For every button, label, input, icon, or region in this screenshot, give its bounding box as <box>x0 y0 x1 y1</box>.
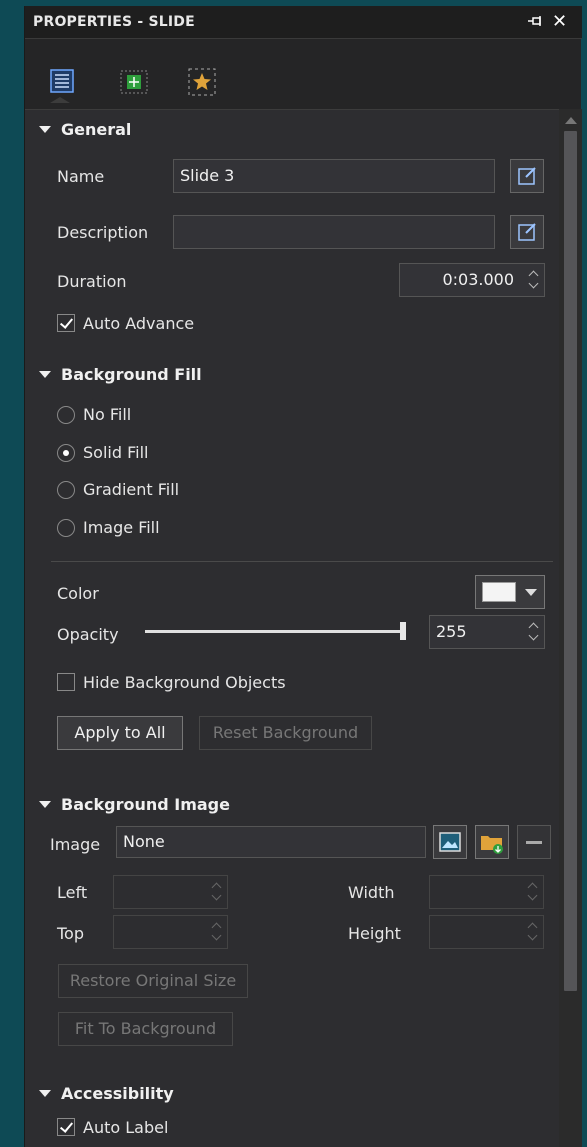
section-divider <box>51 561 553 562</box>
properties-tab-icon <box>50 69 74 93</box>
left-stepper-icon[interactable] <box>211 880 223 904</box>
opacity-stepper-icon[interactable] <box>528 620 540 644</box>
image-fill-radio[interactable] <box>57 519 75 537</box>
duration-label: Duration <box>57 272 127 291</box>
background-image-section-header[interactable]: Background Image <box>39 795 230 814</box>
close-icon[interactable]: ✕ <box>552 11 567 33</box>
pin-icon[interactable] <box>528 16 544 28</box>
gradient-fill-radio[interactable] <box>57 481 75 499</box>
top-field[interactable] <box>113 915 228 949</box>
properties-tab[interactable] <box>45 65 79 103</box>
apply-to-all-button[interactable]: Apply to All <box>57 716 183 750</box>
transition-tab-icon <box>120 70 148 94</box>
effects-tab[interactable] <box>185 65 219 99</box>
minus-icon <box>526 841 542 844</box>
no-fill-radio[interactable] <box>57 406 75 424</box>
image-fill-label[interactable]: Image Fill <box>83 518 160 537</box>
hide-background-objects-label[interactable]: Hide Background Objects <box>83 673 286 692</box>
top-label: Top <box>57 924 84 943</box>
opacity-value: 255 <box>436 622 467 641</box>
left-label: Left <box>57 883 88 902</box>
duration-stepper-icon[interactable] <box>528 268 540 292</box>
opacity-slider-track[interactable] <box>145 630 403 633</box>
color-picker[interactable] <box>475 575 545 609</box>
edit-icon <box>518 167 536 185</box>
general-section-header[interactable]: General <box>38 120 131 139</box>
accessibility-section-header[interactable]: Accessibility <box>39 1084 174 1103</box>
auto-advance-checkbox[interactable] <box>57 314 75 332</box>
solid-fill-radio[interactable] <box>57 444 75 462</box>
solid-fill-label[interactable]: Solid Fill <box>83 443 148 462</box>
auto-advance-label[interactable]: Auto Advance <box>83 314 194 333</box>
image-icon <box>439 832 461 852</box>
color-label: Color <box>57 584 99 603</box>
vertical-scrollbar[interactable] <box>559 109 582 1147</box>
reset-background-button[interactable]: Reset Background <box>199 716 372 750</box>
auto-label-checkbox[interactable] <box>57 1118 75 1136</box>
background-fill-section-header[interactable]: Background Fill <box>39 365 202 384</box>
opacity-field[interactable]: 255 <box>429 615 545 649</box>
restore-original-size-button[interactable]: Restore Original Size <box>58 964 248 998</box>
description-label: Description <box>57 223 149 242</box>
panel-title: PROPERTIES - SLIDE <box>33 14 195 30</box>
duration-field[interactable]: 0:03.000 <box>399 263 545 297</box>
scroll-up-icon[interactable] <box>565 117 577 124</box>
panel-toolbar <box>25 39 582 103</box>
name-edit-button[interactable] <box>510 159 544 193</box>
description-field[interactable] <box>173 215 495 249</box>
description-edit-button[interactable] <box>510 215 544 249</box>
scrollbar-thumb[interactable] <box>564 131 577 991</box>
hide-background-objects-checkbox[interactable] <box>57 673 75 691</box>
effects-tab-icon <box>188 68 216 96</box>
chevron-down-icon <box>525 589 537 596</box>
image-label: Image <box>50 835 101 854</box>
auto-label-label[interactable]: Auto Label <box>83 1118 168 1137</box>
top-stepper-icon[interactable] <box>211 920 223 944</box>
properties-content: General Name Slide 3 Description Duratio… <box>25 109 559 1147</box>
no-fill-label[interactable]: No Fill <box>83 405 131 424</box>
open-image-button[interactable] <box>475 825 509 859</box>
height-label: Height <box>348 924 401 943</box>
edit-icon <box>518 223 536 241</box>
width-stepper-icon[interactable] <box>527 880 539 904</box>
gradient-fill-label[interactable]: Gradient Fill <box>83 480 179 499</box>
name-label: Name <box>57 167 105 186</box>
image-field[interactable]: None <box>116 826 426 858</box>
width-label: Width <box>348 883 395 902</box>
left-field[interactable] <box>113 875 228 909</box>
properties-panel: PROPERTIES - SLIDE ✕ General Name Slide … <box>24 6 582 1147</box>
name-field[interactable]: Slide 3 <box>173 159 495 193</box>
opacity-label: Opacity <box>57 625 119 644</box>
browse-image-button[interactable] <box>433 825 467 859</box>
height-field[interactable] <box>429 915 544 949</box>
remove-image-button[interactable] <box>517 825 551 859</box>
folder-icon <box>481 836 503 854</box>
color-swatch <box>482 582 516 602</box>
transition-tab[interactable] <box>117 65 151 99</box>
duration-value: 0:03.000 <box>442 270 514 289</box>
height-stepper-icon[interactable] <box>527 920 539 944</box>
fit-to-background-button[interactable]: Fit To Background <box>58 1012 233 1046</box>
panel-titlebar: PROPERTIES - SLIDE ✕ <box>25 6 582 39</box>
width-field[interactable] <box>429 875 544 909</box>
opacity-slider-thumb[interactable] <box>400 622 406 640</box>
